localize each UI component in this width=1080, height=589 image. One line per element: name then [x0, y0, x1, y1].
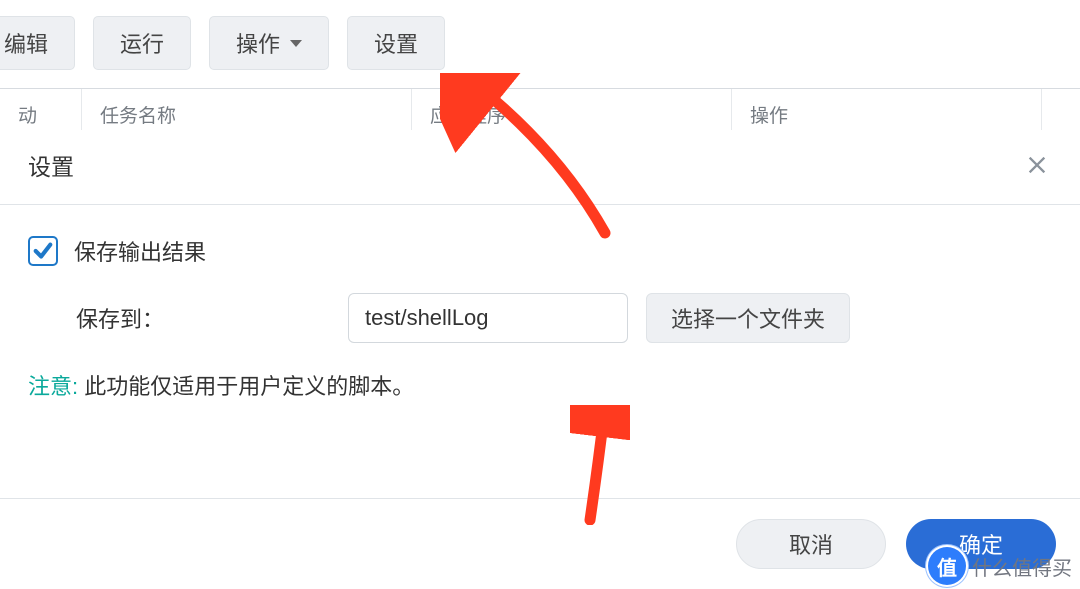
choose-folder-button[interactable]: 选择一个文件夹: [646, 293, 850, 343]
edit-button[interactable]: 编辑: [0, 16, 75, 70]
save-output-label: 保存输出结果: [74, 235, 206, 267]
watermark: 值 什么值得买: [928, 547, 1072, 585]
save-output-row: 保存输出结果: [28, 235, 1052, 267]
settings-dialog: 设置 保存输出结果 保存到： 选择一个文件夹 注意: 此功能仅适用于用户定义的脚…: [0, 130, 1080, 589]
action-dropdown-label: 操作: [236, 27, 280, 59]
dialog-header: 设置: [0, 130, 1080, 205]
save-to-label: 保存到：: [28, 302, 348, 334]
action-dropdown-button[interactable]: 操作: [209, 16, 329, 70]
save-output-checkbox[interactable]: [28, 236, 58, 266]
dialog-close-button[interactable]: [1022, 150, 1052, 180]
chevron-down-icon: [290, 40, 302, 47]
settings-button[interactable]: 设置: [347, 16, 445, 70]
dialog-footer: 取消 确定: [0, 498, 1080, 589]
note-head: 注意:: [28, 374, 78, 399]
note-line: 注意: 此功能仅适用于用户定义的脚本。: [28, 369, 1052, 401]
check-icon: [32, 240, 54, 262]
run-button[interactable]: 运行: [93, 16, 191, 70]
watermark-text: 什么值得买: [972, 552, 1072, 581]
watermark-badge-icon: 值: [928, 547, 966, 585]
top-toolbar: 编辑 运行 操作 设置: [0, 0, 1080, 88]
dialog-body: 保存输出结果 保存到： 选择一个文件夹 注意: 此功能仅适用于用户定义的脚本。: [0, 205, 1080, 498]
save-to-row: 保存到： 选择一个文件夹: [28, 293, 1052, 343]
close-icon: [1026, 154, 1048, 176]
note-text: 此功能仅适用于用户定义的脚本。: [78, 374, 414, 399]
cancel-button[interactable]: 取消: [736, 519, 886, 569]
dialog-title: 设置: [28, 148, 74, 182]
save-to-input[interactable]: [348, 293, 628, 343]
